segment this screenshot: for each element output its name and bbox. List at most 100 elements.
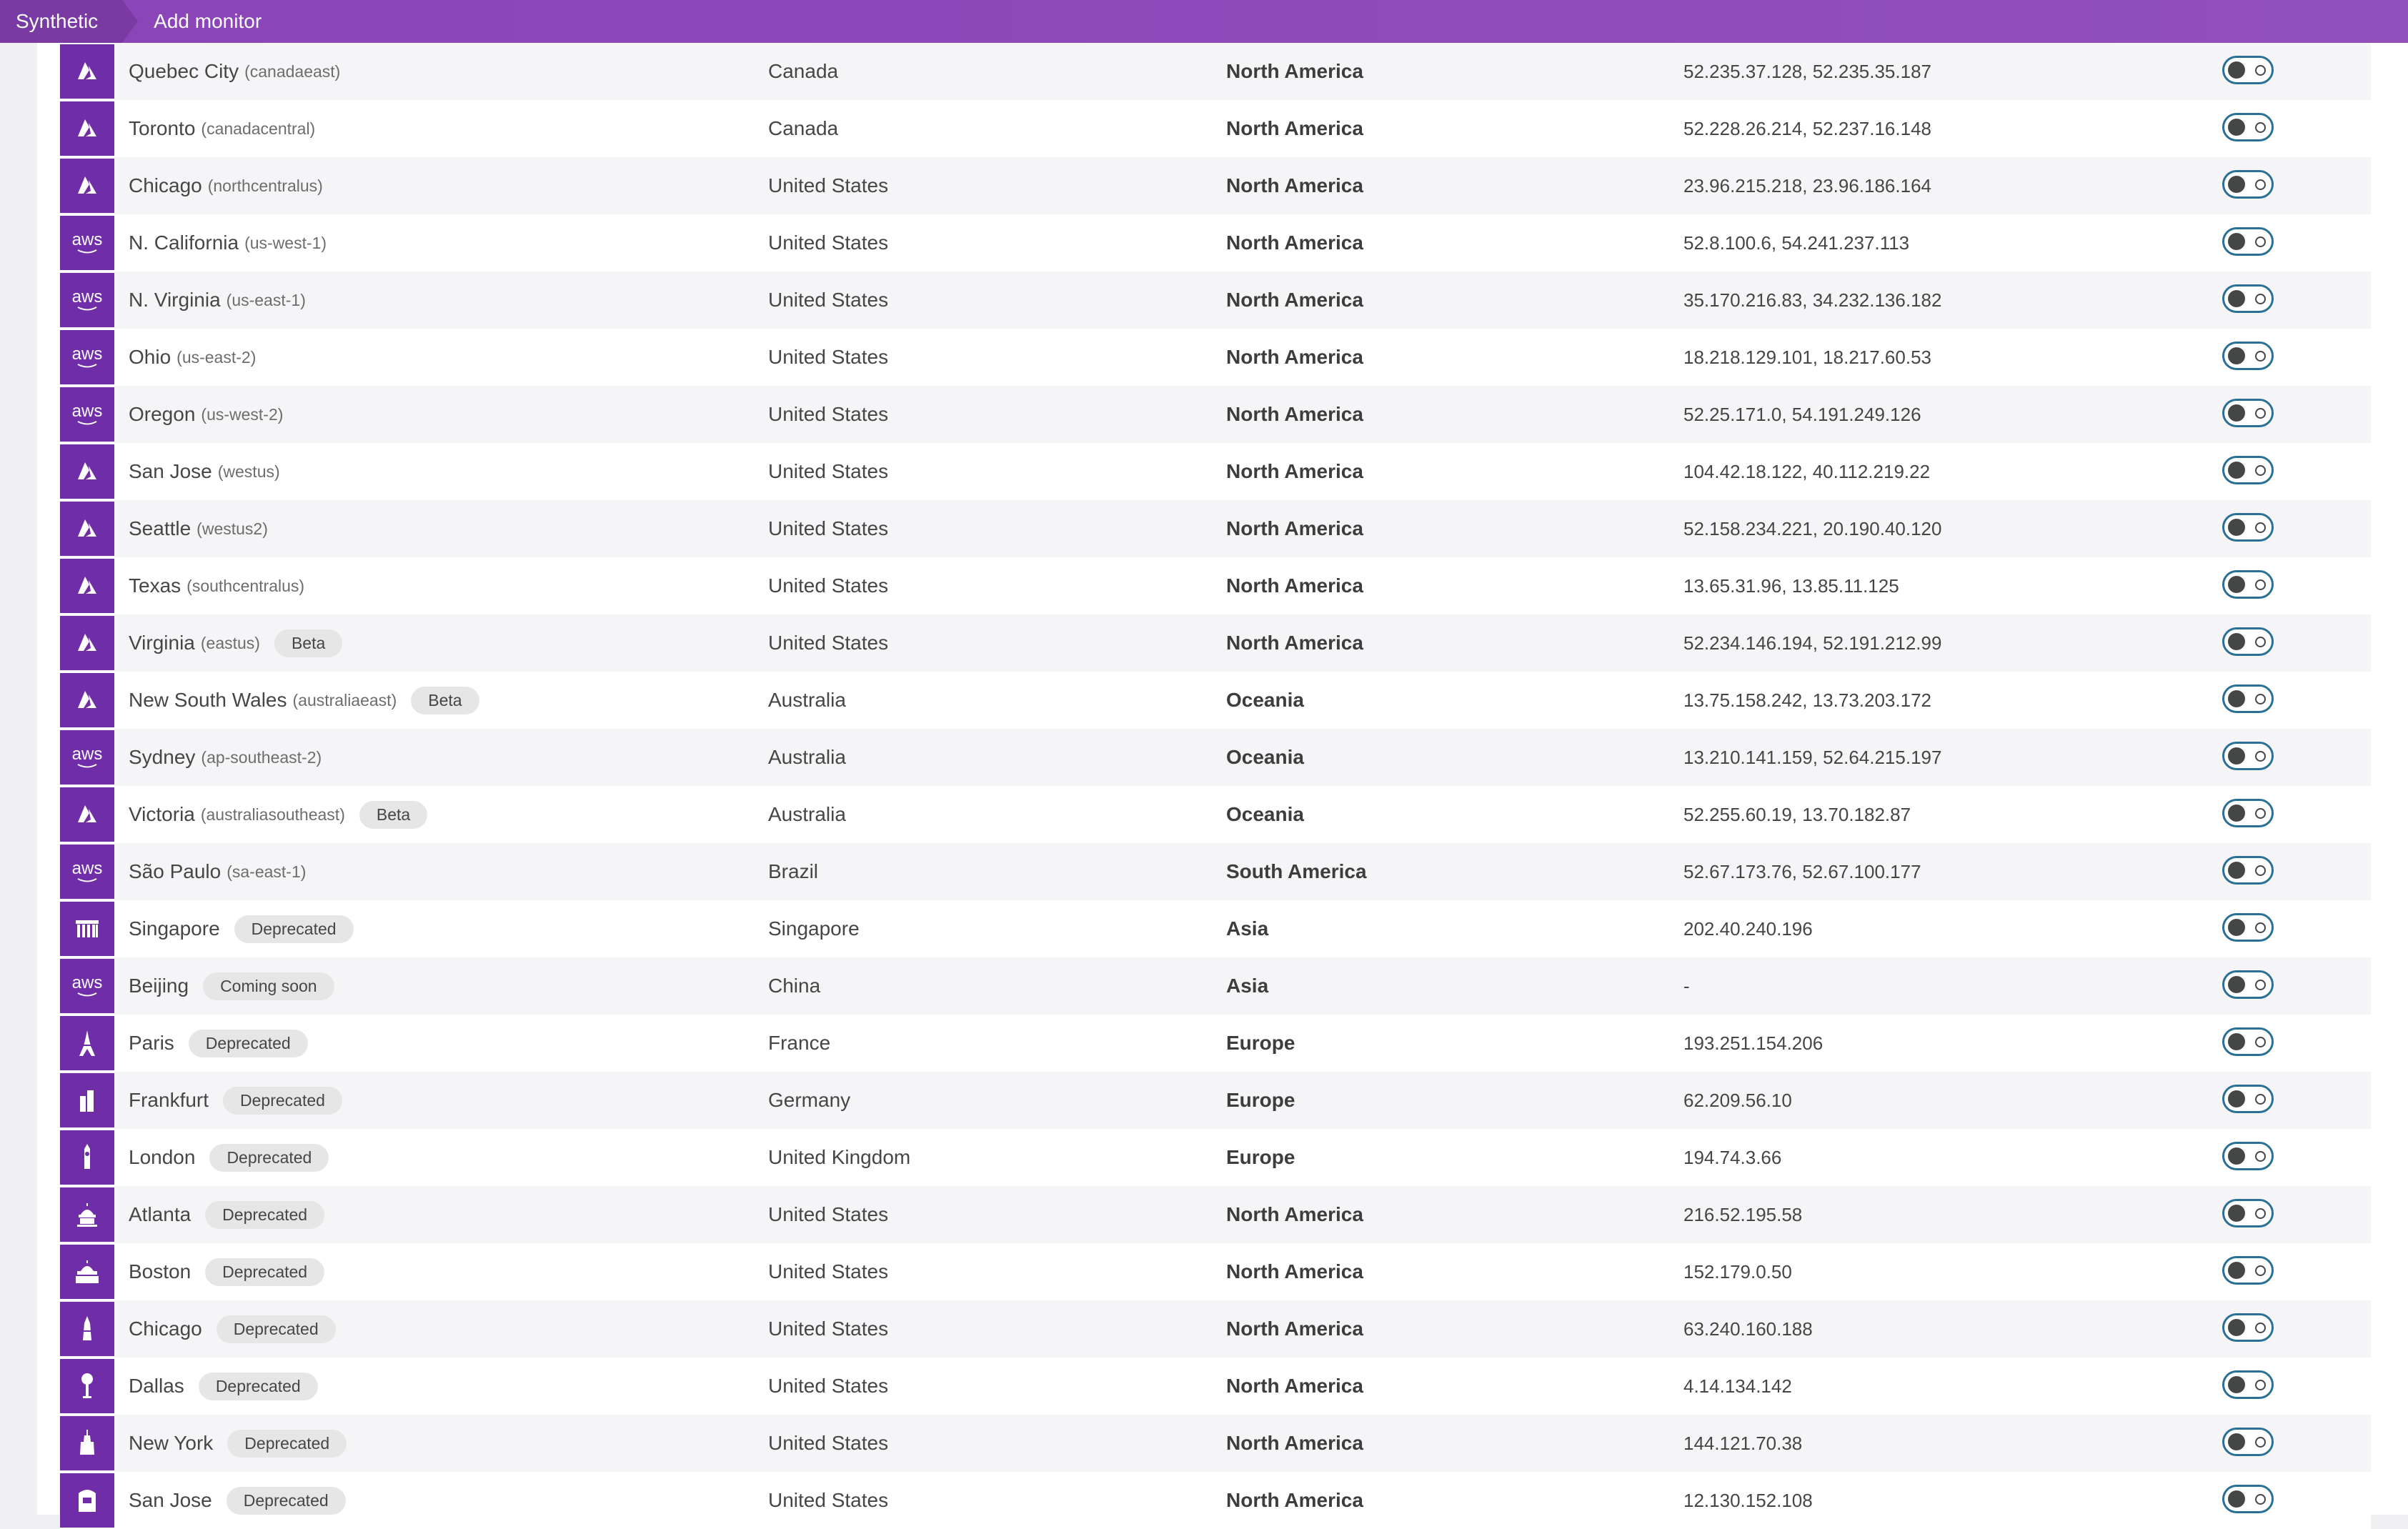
location-country: United States [768,1318,889,1340]
location-enable-toggle[interactable] [2222,684,2274,713]
toggle-knob [2228,690,2245,707]
azure-icon [60,101,114,156]
location-country: United States [768,403,889,425]
toggle-knob [2228,290,2245,307]
location-row: Boston Deprecated United States North Ameri… [60,1243,2371,1300]
aws-logo-text: aws [71,859,103,878]
location-enable-toggle[interactable] [2222,284,2274,313]
toggle-off-indicator-icon [2255,922,2266,933]
location-name-cell: London Deprecated [129,1129,329,1186]
location-ip-addresses: 52.25.171.0, 54.191.249.126 [1683,403,1921,425]
location-enable-toggle[interactable] [2222,1085,2274,1113]
location-row: Toronto (canadacentral) Canada North Americ… [60,100,2371,157]
location-enable-toggle[interactable] [2222,513,2274,542]
location-name-cell: Victoria (australiasoutheast) Beta [129,786,428,843]
location-row: San Jose (westus) United States North Ameri… [60,443,2371,500]
location-enable-toggle[interactable] [2222,799,2274,827]
location-country: United States [768,574,889,597]
location-row: Singapore Deprecated Singapore Asia 202.40.2… [60,900,2371,957]
location-row: aws São Paulo (sa-east-1) Brazil South Ameri… [60,843,2371,900]
location-continent: Asia [1226,975,1269,997]
location-row: aws Beijing Coming soon China Asia - [60,957,2371,1015]
location-name-cell: Atlanta Deprecated [129,1186,325,1243]
location-country: United States [768,460,889,482]
location-city: Victoria [129,803,195,825]
breadcrumb-add-monitor[interactable]: Add monitor [122,0,262,43]
location-enable-toggle[interactable] [2222,399,2274,427]
toggle-off-indicator-icon [2255,1323,2266,1333]
status-badge: Deprecated [227,1429,347,1458]
toggle-knob [2228,61,2245,79]
left-gutter [0,43,37,1515]
location-enable-toggle[interactable] [2222,456,2274,484]
location-enable-toggle[interactable] [2222,1313,2274,1342]
location-region-code: (westus2) [196,519,268,538]
status-badge: Deprecated [226,1486,346,1515]
location-city: New York [129,1432,214,1454]
location-name-cell: Virginia (eastus) Beta [129,614,343,672]
location-enable-toggle[interactable] [2222,1199,2274,1227]
location-row: Chicago (northcentralus) United States Nort… [60,157,2371,214]
aws-logo-text: aws [71,287,103,307]
location-row: Seattle (westus2) United States North Ameri… [60,500,2371,557]
location-enable-toggle[interactable] [2222,342,2274,370]
location-enable-toggle[interactable] [2222,1027,2274,1056]
location-ip-addresses: 193.251.154.206 [1683,1032,1824,1054]
location-country: United Kingdom [768,1146,911,1168]
location-enable-toggle[interactable] [2222,742,2274,770]
location-country: United States [768,632,889,654]
location-country: Australia [768,689,846,711]
location-ip-addresses: 4.14.134.142 [1683,1375,1792,1397]
location-region-code: (australiaeast) [292,690,397,709]
location-continent: North America [1226,1375,1363,1397]
location-name-cell: N. Virginia (us-east-1) [129,272,306,329]
location-region-code: (us-east-2) [176,347,257,367]
location-city: Paris [129,1032,174,1054]
location-country: France [768,1032,831,1054]
location-country: Germany [768,1089,851,1111]
location-city: Singapore [129,917,220,940]
status-badge: Deprecated [188,1029,308,1057]
location-enable-toggle[interactable] [2222,1428,2274,1456]
location-enable-toggle[interactable] [2222,913,2274,942]
location-region-code: (southcentralus) [186,576,305,595]
location-enable-toggle[interactable] [2222,113,2274,141]
location-ip-addresses: 13.210.141.159, 52.64.215.197 [1683,746,1942,768]
location-enable-toggle[interactable] [2222,570,2274,599]
location-city: New South Wales [129,689,287,711]
location-continent: North America [1226,174,1363,196]
toggle-knob [2228,1205,2245,1222]
location-ip-addresses: 52.158.234.221, 20.190.40.120 [1683,517,1942,539]
location-ip-addresses: 104.42.18.122, 40.112.219.22 [1683,460,1931,482]
location-enable-toggle[interactable] [2222,856,2274,885]
location-enable-toggle[interactable] [2222,170,2274,199]
location-ip-addresses: 12.130.152.108 [1683,1489,1813,1511]
status-badge: Beta [411,686,479,714]
azure-icon [60,559,114,613]
location-enable-toggle[interactable] [2222,1142,2274,1170]
location-country: United States [768,517,889,539]
location-enable-toggle[interactable] [2222,1370,2274,1399]
toggle-off-indicator-icon [2255,751,2266,762]
location-name-cell: Texas (southcentralus) [129,557,304,614]
location-ip-addresses: 23.96.215.218, 23.96.186.164 [1683,174,1931,196]
location-region-code: (westus) [217,462,280,481]
location-enable-toggle[interactable] [2222,227,2274,256]
breadcrumb-synthetic[interactable]: Synthetic [0,0,139,43]
location-enable-toggle[interactable] [2222,970,2274,999]
location-enable-toggle[interactable] [2222,627,2274,656]
state-house-icon [60,1245,114,1299]
location-ip-addresses: 52.8.100.6, 54.241.237.113 [1683,231,1910,254]
location-city: Atlanta [129,1203,191,1225]
location-continent: North America [1226,117,1363,139]
location-enable-toggle[interactable] [2222,1256,2274,1285]
location-continent: Europe [1226,1032,1295,1054]
location-region-code: (us-east-1) [226,290,306,309]
location-ip-addresses: 144.121.70.38 [1683,1432,1803,1454]
location-name-cell: Oregon (us-west-2) [129,386,283,443]
toggle-off-indicator-icon [2255,465,2266,476]
azure-icon [60,444,114,499]
location-enable-toggle[interactable] [2222,56,2274,84]
location-enable-toggle[interactable] [2222,1485,2274,1513]
location-name-cell: Frankfurt Deprecated [129,1072,342,1129]
